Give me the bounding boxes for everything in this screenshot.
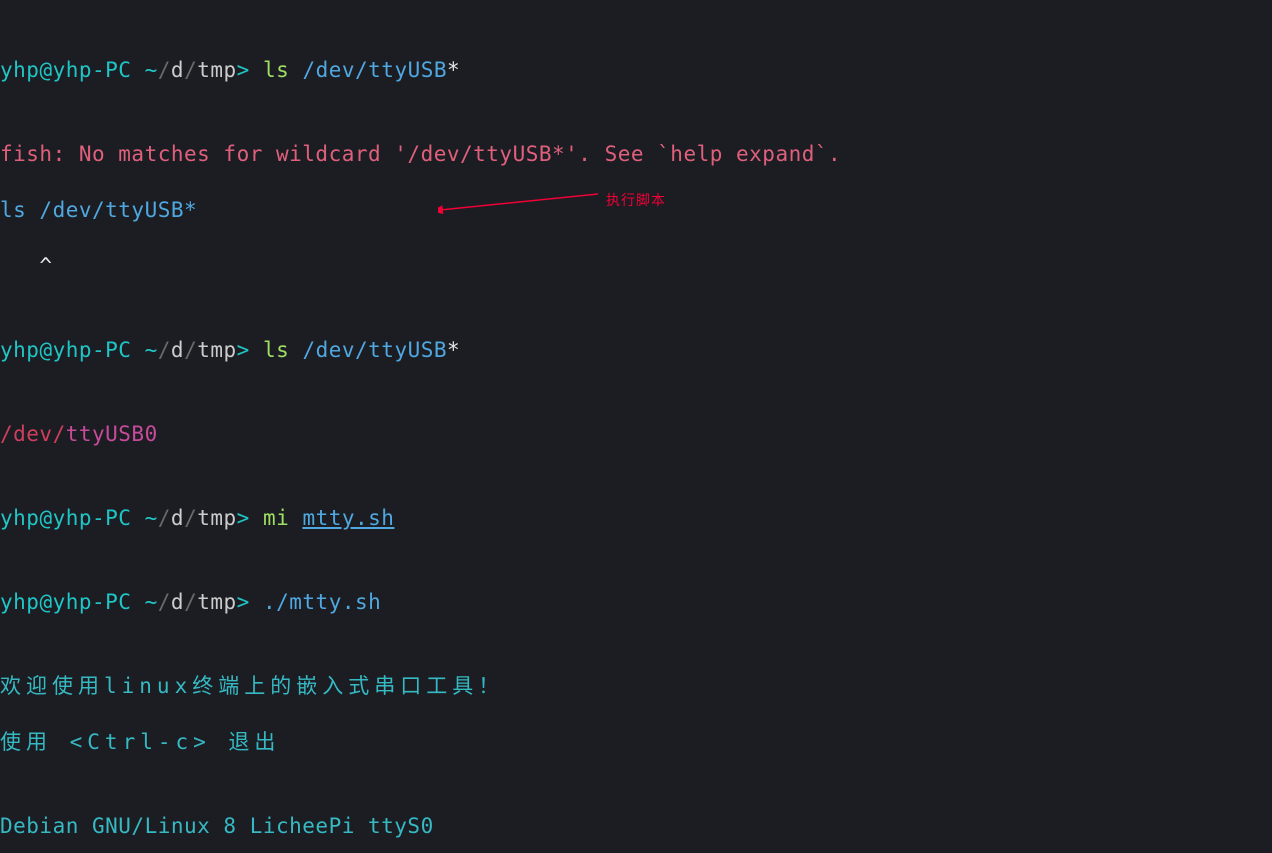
dev-path-name: ttyUSB0	[66, 422, 158, 446]
cmd-ls: ls	[263, 58, 289, 82]
annotation-label: 执行脚本	[606, 186, 666, 214]
cmd-run-mtty: ./mtty.sh	[263, 590, 381, 614]
at-sep: @	[39, 58, 52, 82]
welcome-line-2: 使用 <Ctrl-c> 退出	[0, 728, 1272, 756]
cmd-arg-2: /dev/ttyUSB	[302, 338, 447, 362]
prompt-line-2: yhp@yhp-PC ~/d/tmp> ls /dev/ttyUSB*	[0, 336, 1272, 364]
fish-error-caret: ^	[0, 252, 1272, 280]
cmd-ls-2: ls	[263, 338, 289, 362]
path-slash-1: /	[158, 58, 171, 82]
tilde-icon: ~	[145, 58, 158, 82]
prompt-line-3: yhp@yhp-PC ~/d/tmp> mi mtty.sh	[0, 504, 1272, 532]
terminal[interactable]: yhp@yhp-PC ~/d/tmp> ls /dev/ttyUSB* fish…	[0, 0, 1272, 853]
cmd-mi: mi	[263, 506, 289, 530]
wildcard-star: *	[447, 58, 460, 82]
prompt-user: yhp	[0, 58, 39, 82]
cmd-arg: /dev/ttyUSB	[302, 58, 447, 82]
path-short: d	[171, 58, 184, 82]
prompt-host: yhp-PC	[53, 58, 132, 82]
path-slash-2: /	[184, 58, 197, 82]
dev-path-prefix: /dev/	[0, 422, 66, 446]
path-cwd: tmp	[197, 58, 236, 82]
banner-line: Debian GNU/Linux 8 LicheePi ttyS0	[0, 812, 1272, 840]
prompt-gt: >	[237, 58, 250, 82]
fish-error-msg: fish: No matches for wildcard '/dev/ttyU…	[0, 140, 1272, 168]
prompt-line-4: yhp@yhp-PC ~/d/tmp> ./mtty.sh	[0, 588, 1272, 616]
cmd-mi-arg: mtty.sh	[302, 506, 394, 530]
prompt-line-1: yhp@yhp-PC ~/d/tmp> ls /dev/ttyUSB*	[0, 56, 1272, 84]
welcome-line-1: 欢迎使用linux终端上的嵌入式串口工具！	[0, 672, 1272, 700]
device-output: /dev/ttyUSB0	[0, 420, 1272, 448]
